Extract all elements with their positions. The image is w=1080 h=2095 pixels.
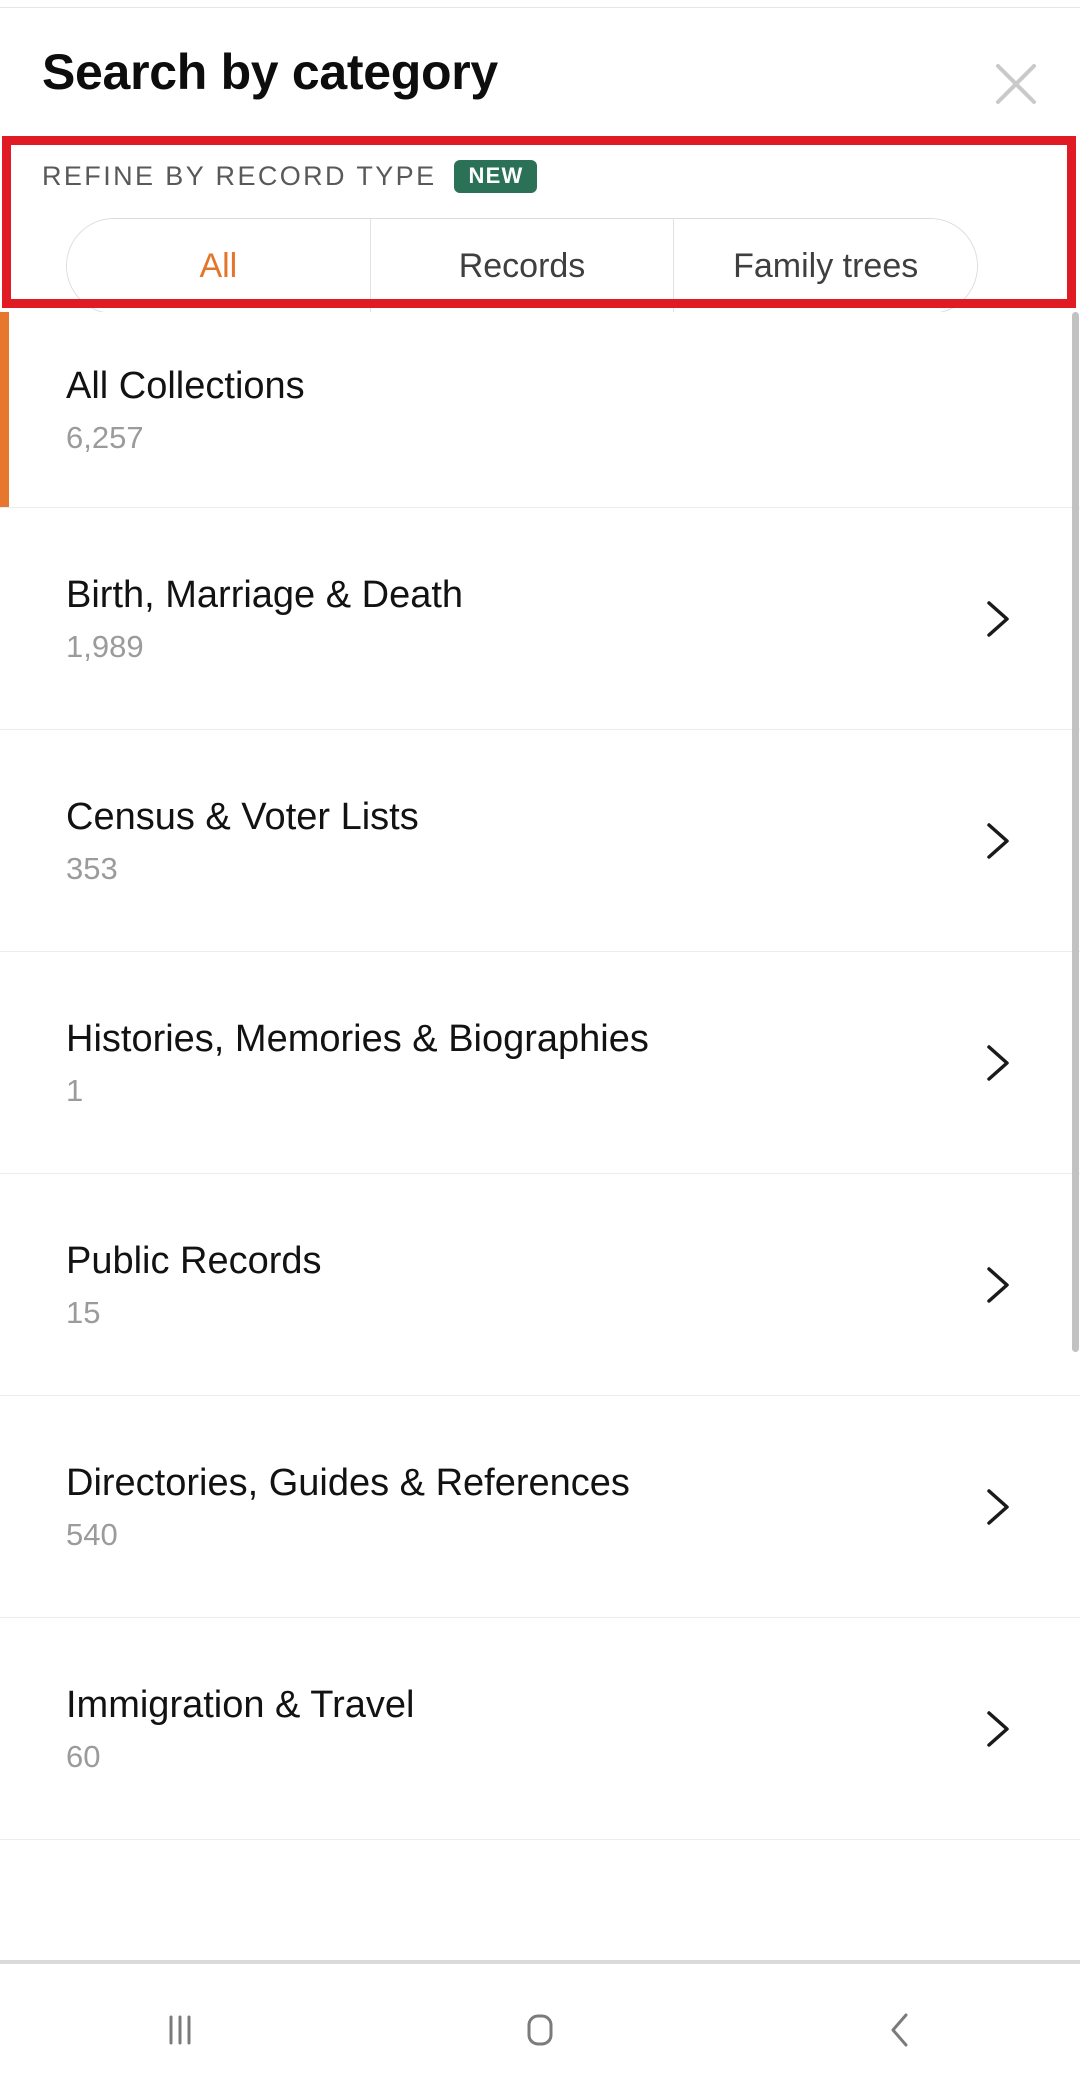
list-item-count: 60 (66, 1738, 101, 1774)
record-type-segmented-control[interactable]: All Records Family trees (66, 218, 978, 314)
tab-family-trees[interactable]: Family trees (673, 219, 977, 313)
tab-records[interactable]: Records (369, 219, 674, 313)
chevron-right-icon[interactable] (974, 819, 1018, 863)
list-item-count: 353 (66, 850, 118, 886)
list-item-count: 1,989 (66, 628, 144, 664)
list-item[interactable]: Public Records 15 (0, 1174, 1080, 1396)
chevron-right-icon[interactable] (974, 597, 1018, 641)
list-item[interactable]: Census & Voter Lists 353 (0, 730, 1080, 952)
list-item-count: 15 (66, 1294, 101, 1330)
list-item[interactable]: Histories, Memories & Biographies 1 (0, 952, 1080, 1174)
list-item[interactable]: All Collections 6,257 (0, 312, 1080, 508)
page-title: Search by category (42, 44, 498, 100)
recents-icon[interactable] (0, 1964, 360, 2095)
chevron-right-icon[interactable] (974, 1041, 1018, 1085)
list-item-text: All Collections 6,257 (66, 365, 305, 455)
list-item-text: Histories, Memories & Biographies 1 (66, 1018, 649, 1108)
list-item-count: 1 (66, 1072, 84, 1108)
list-item-title: Birth, Marriage & Death (66, 574, 464, 617)
scrollbar-thumb[interactable] (1072, 312, 1079, 1352)
list-item-title: Immigration & Travel (66, 1684, 415, 1727)
status-strip (0, 0, 1080, 8)
list-item-text: Immigration & Travel 60 (66, 1684, 415, 1774)
list-item[interactable]: Birth, Marriage & Death 1,989 (0, 508, 1080, 730)
back-icon[interactable] (720, 1964, 1080, 2095)
chevron-right-icon[interactable] (974, 1485, 1018, 1529)
refine-label-row: REFINE BY RECORD TYPE NEW (42, 160, 538, 193)
chevron-right-icon[interactable] (974, 1263, 1018, 1307)
list-item-title: Directories, Guides & References (66, 1462, 630, 1505)
close-icon[interactable] (988, 56, 1044, 112)
list-item-title: Public Records (66, 1240, 322, 1283)
tab-all[interactable]: All (67, 219, 370, 313)
chevron-right-icon[interactable] (974, 1707, 1018, 1751)
list-item-count: 6,257 (66, 419, 144, 455)
list-item-text: Public Records 15 (66, 1240, 322, 1330)
category-list[interactable]: All Collections 6,257 Birth, Marriage & … (0, 312, 1080, 1960)
list-item-text: Birth, Marriage & Death 1,989 (66, 574, 464, 664)
screen-header: Search by category (0, 8, 1080, 136)
list-item-count: 540 (66, 1516, 118, 1552)
list-item-title: Census & Voter Lists (66, 796, 419, 839)
list-item-text: Census & Voter Lists 353 (66, 796, 419, 886)
scrollbar-track[interactable] (1072, 312, 1079, 1960)
list-item[interactable]: Directories, Guides & References 540 (0, 1396, 1080, 1618)
list-item[interactable]: Immigration & Travel 60 (0, 1618, 1080, 1840)
refine-label: REFINE BY RECORD TYPE (42, 161, 437, 191)
refine-by-record-type-section: REFINE BY RECORD TYPE NEW All Records Fa… (0, 138, 1080, 314)
android-navigation-bar (0, 1964, 1080, 2095)
home-icon[interactable] (360, 1964, 720, 2095)
list-item-title: All Collections (66, 365, 305, 408)
app-screen: Search by category REFINE BY RECORD TYPE… (0, 0, 1080, 2095)
new-badge: NEW (454, 160, 538, 193)
list-item-title: Histories, Memories & Biographies (66, 1018, 649, 1061)
list-item-text: Directories, Guides & References 540 (66, 1462, 630, 1552)
